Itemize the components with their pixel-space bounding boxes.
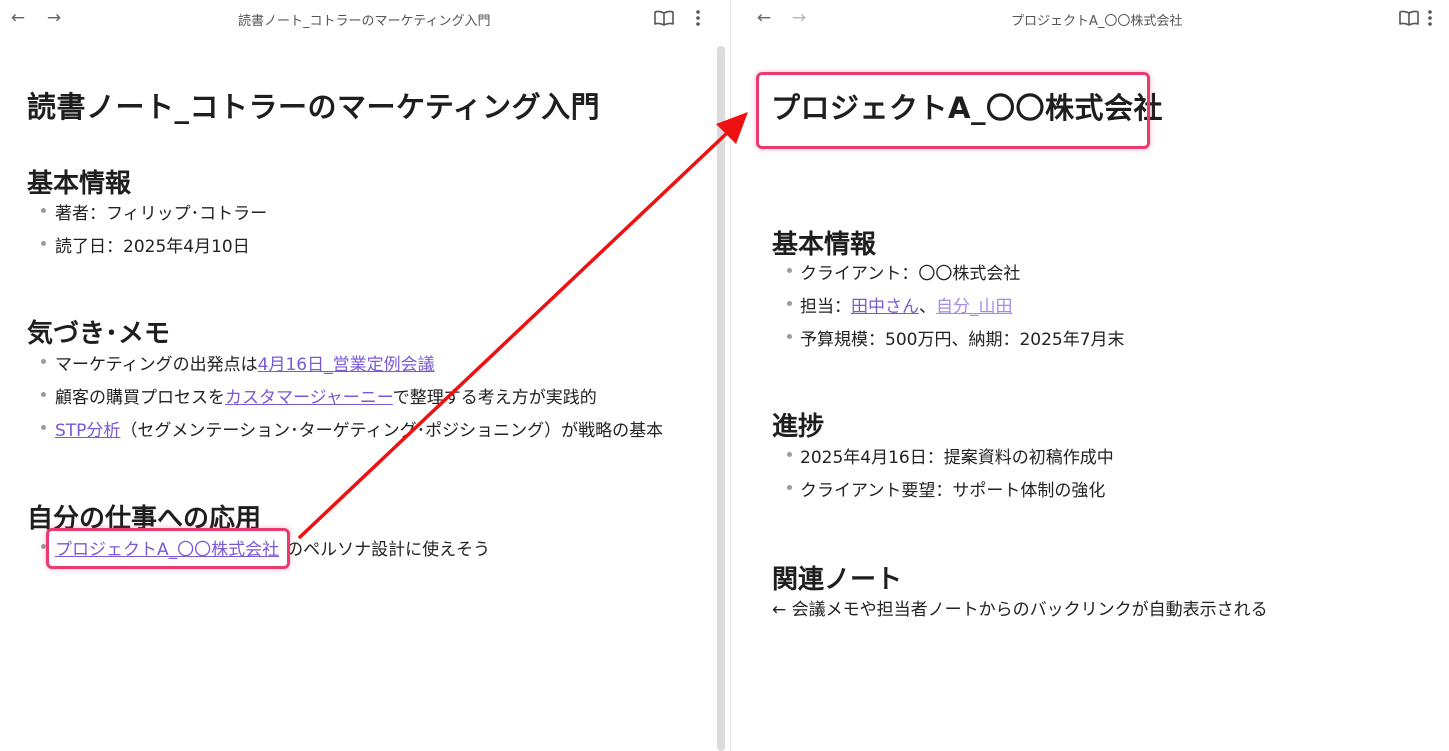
memo-1-text: マーケティングの出発点は bbox=[55, 355, 258, 375]
memo-3-suffix: （セグメンテーション･ターゲティング･ポジショニング）が戦略の基本 bbox=[120, 421, 664, 441]
list-item-owner: 担当：田中さん、自分_山田 bbox=[800, 292, 1013, 317]
list-item-memo-3: STP分析（セグメンテーション･ターゲティング･ポジショニング）が戦略の基本 bbox=[55, 416, 663, 441]
list-item-author: 著者：フィリップ･コトラー bbox=[55, 204, 268, 224]
more-vertical-icon bbox=[1428, 10, 1432, 26]
note-title: 読書ノート_コトラーのマーケティング入門 bbox=[27, 90, 601, 124]
heading-application: 自分の仕事への応用 bbox=[27, 504, 262, 534]
bullet bbox=[41, 392, 46, 397]
heading-progress: 進捗 bbox=[772, 412, 825, 442]
left-note-pane: ← → 読書ノート_コトラーのマーケティング入門 読書ノート_コトラーのマーケテ… bbox=[0, 0, 730, 751]
list-item-client: クライアント：〇〇株式会社 bbox=[800, 264, 1021, 284]
arrow-right-icon: → bbox=[46, 8, 62, 28]
heading-basic-info: 基本情報 bbox=[27, 169, 132, 199]
bullet bbox=[41, 359, 46, 364]
left-tab-title: 読書ノート_コトラーのマーケティング入門 bbox=[238, 14, 491, 29]
right-tab-title: プロジェクトA_〇〇株式会社 bbox=[1011, 14, 1183, 29]
link-self-yamada[interactable]: 自分_山田 bbox=[936, 297, 1013, 317]
arrow-left-icon: ← bbox=[10, 8, 26, 28]
arrow-left-icon: ← bbox=[756, 8, 772, 28]
more-vertical-icon bbox=[696, 10, 700, 26]
list-item-memo-2: 顧客の購買プロセスをカスタマージャーニーで整理する考え方が実践的 bbox=[55, 383, 597, 408]
link-customer-journey[interactable]: カスタマージャーニー bbox=[225, 388, 393, 408]
bullet bbox=[787, 301, 792, 306]
list-item-progress-2: クライアント要望：サポート体制の強化 bbox=[800, 481, 1106, 501]
arrow-right-icon: → bbox=[791, 8, 807, 28]
bullet bbox=[41, 425, 46, 430]
note-title: プロジェクトA_〇〇株式会社 bbox=[771, 91, 1163, 125]
forward-button[interactable]: → bbox=[42, 6, 66, 30]
memo-2-text: 顧客の購買プロセスを bbox=[55, 388, 225, 408]
bullet bbox=[41, 208, 46, 213]
memo-2-suffix: で整理する考え方が実践的 bbox=[392, 388, 597, 408]
forward-button[interactable]: → bbox=[787, 6, 811, 30]
list-item-memo-1: マーケティングの出発点は4月16日_営業定例会議 bbox=[55, 350, 435, 375]
link-project-a[interactable]: プロジェクトA_〇〇株式会社 bbox=[55, 540, 279, 560]
bullet bbox=[787, 268, 792, 273]
heading-basic-info: 基本情報 bbox=[772, 230, 877, 260]
more-options-button[interactable] bbox=[686, 6, 710, 30]
book-open-icon bbox=[654, 10, 674, 26]
list-item-read-date: 読了日：2025年4月10日 bbox=[55, 237, 250, 257]
link-stp-analysis[interactable]: STP分析 bbox=[55, 421, 120, 441]
link-tanaka[interactable]: 田中さん bbox=[851, 297, 919, 317]
bullet bbox=[787, 485, 792, 490]
more-options-button[interactable] bbox=[1418, 6, 1442, 30]
bullet bbox=[787, 452, 792, 457]
list-item-budget: 予算規模：500万円、納期：2025年7月末 bbox=[800, 330, 1125, 350]
list-item-application: プロジェクトA_〇〇株式会社 のペルソナ設計に使えそう bbox=[55, 535, 490, 560]
bullet bbox=[787, 334, 792, 339]
back-button[interactable]: ← bbox=[6, 6, 30, 30]
owner-separator: 、 bbox=[919, 297, 936, 317]
link-sales-meeting[interactable]: 4月16日_営業定例会議 bbox=[258, 355, 435, 375]
list-item-progress-1: 2025年4月16日：提案資料の初稿作成中 bbox=[800, 448, 1114, 468]
application-suffix: のペルソナ設計に使えそう bbox=[286, 540, 491, 560]
owner-label: 担当： bbox=[800, 297, 851, 317]
book-open-icon bbox=[1399, 10, 1419, 26]
left-tab-header: ← → 読書ノート_コトラーのマーケティング入門 bbox=[0, 0, 730, 36]
reading-view-button[interactable] bbox=[652, 6, 676, 30]
right-tab-header: ← → プロジェクトA_〇〇株式会社 bbox=[731, 0, 1449, 36]
related-notes-text: ← 会議メモや担当者ノートからのバックリンクが自動表示される bbox=[772, 600, 1268, 620]
heading-memo: 気づき･メモ bbox=[27, 319, 171, 349]
bullet bbox=[41, 241, 46, 246]
bullet bbox=[41, 544, 46, 549]
left-pane-scrollbar[interactable] bbox=[717, 46, 725, 751]
heading-related-notes: 関連ノート bbox=[772, 565, 903, 595]
back-button[interactable]: ← bbox=[752, 6, 776, 30]
right-note-pane: ← → プロジェクトA_〇〇株式会社 プロジェクトA_〇〇株式会社 基本情報 ク… bbox=[731, 0, 1449, 751]
